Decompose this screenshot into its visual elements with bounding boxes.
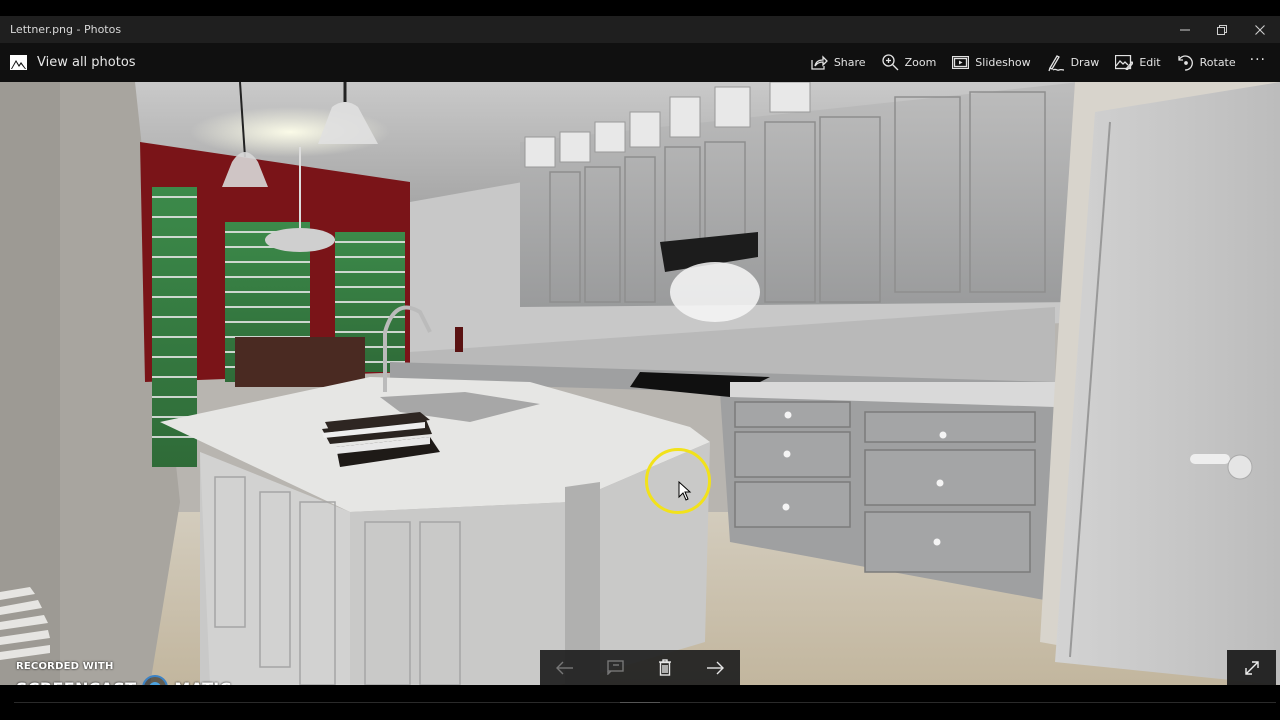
- zoom-button[interactable]: Zoom: [874, 43, 945, 82]
- expand-icon: [1244, 660, 1259, 675]
- fullscreen-button[interactable]: [1227, 650, 1276, 685]
- zoom-label: Zoom: [904, 56, 937, 69]
- more-options-button[interactable]: ···: [1244, 40, 1272, 85]
- slideshow-label: Slideshow: [975, 56, 1031, 69]
- next-photo-button[interactable]: [695, 650, 735, 685]
- share-label: Share: [833, 56, 866, 69]
- rotate-button[interactable]: Rotate: [1169, 43, 1244, 82]
- draw-button[interactable]: Draw: [1039, 43, 1108, 82]
- kitchen-render-image: [0, 82, 1280, 685]
- video-letterbox-top: [0, 0, 1280, 16]
- door-handle: [1190, 454, 1230, 464]
- video-letterbox-bottom: [0, 685, 1280, 720]
- minimize-icon: [1180, 29, 1190, 30]
- close-icon: [1255, 24, 1265, 35]
- compare-icon: [607, 660, 624, 675]
- previous-photo-button[interactable]: [545, 650, 585, 685]
- app-toolbar: View all photos Share Zoom Slideshow Dra…: [0, 43, 1280, 82]
- view-all-photos-button[interactable]: View all photos: [10, 43, 136, 82]
- edit-button[interactable]: Edit: [1107, 43, 1168, 82]
- view-all-photos-label: View all photos: [37, 55, 136, 70]
- slideshow-icon: [952, 56, 970, 69]
- rotate-label: Rotate: [1199, 56, 1236, 69]
- photos-icon: [10, 55, 27, 70]
- mouse-cursor-icon: [678, 481, 692, 501]
- slideshow-button[interactable]: Slideshow: [944, 43, 1038, 82]
- photo-viewer[interactable]: [0, 82, 1280, 685]
- photo-navigation-bar: [540, 650, 740, 685]
- wine-bottle: [455, 327, 463, 352]
- edit-label: Edit: [1139, 56, 1161, 69]
- edit-photo-icon: [1115, 55, 1134, 70]
- restore-icon: [1217, 24, 1227, 35]
- draw-label: Draw: [1070, 56, 1100, 69]
- window-titlebar: Lettner.png - Photos: [0, 16, 1280, 43]
- restore-button[interactable]: [1203, 16, 1241, 43]
- window-title: Lettner.png - Photos: [10, 23, 122, 36]
- video-progress-marker: [620, 702, 660, 703]
- compare-button[interactable]: [595, 650, 635, 685]
- arrow-left-icon: [556, 661, 573, 674]
- minimize-button[interactable]: [1166, 16, 1204, 43]
- arrow-right-icon: [707, 661, 724, 674]
- delete-button[interactable]: [645, 650, 685, 685]
- pen-icon: [1047, 54, 1064, 71]
- trash-icon: [659, 659, 671, 676]
- share-icon: [811, 55, 828, 70]
- watermark-recorded-with: RECORDED WITH: [16, 661, 114, 672]
- zoom-in-icon: [881, 54, 899, 71]
- close-button[interactable]: [1241, 16, 1279, 43]
- rotate-icon: [1177, 55, 1193, 71]
- share-button[interactable]: Share: [803, 43, 874, 82]
